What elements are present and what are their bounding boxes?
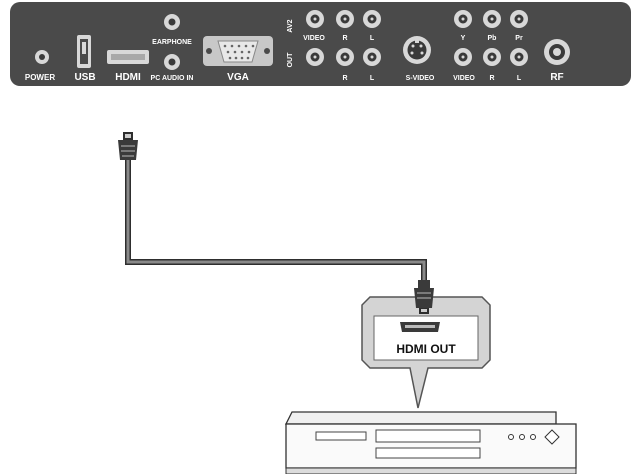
label-video-bottom: VIDEO <box>453 75 475 82</box>
label-s-video: S-VIDEO <box>406 75 435 82</box>
label-l-top: L <box>370 35 375 42</box>
component-y-jack <box>454 10 472 28</box>
rf-jack <box>544 39 570 65</box>
label-usb: USB <box>74 72 95 83</box>
label-av2: AV2 <box>287 19 294 32</box>
disc-tray <box>315 431 367 441</box>
player-buttons <box>508 434 536 440</box>
label-earphone: EARPHONE <box>152 39 192 46</box>
component-pb-jack <box>483 10 501 28</box>
label-pc-audio-in: PC AUDIO IN <box>151 75 194 82</box>
component-video-jack <box>454 48 472 66</box>
label-l-bottom: L <box>370 75 375 82</box>
label-l-comp: L <box>517 75 522 82</box>
component-l-jack <box>510 48 528 66</box>
av2-l-jack <box>363 10 381 28</box>
av2-video-jack <box>306 10 324 28</box>
component-r-jack <box>483 48 501 66</box>
usb-port <box>77 35 91 68</box>
vga-port <box>203 36 273 66</box>
label-video-top: VIDEO <box>303 35 325 42</box>
diagram-canvas: POWER USB HDMI EARPHONE PC AUDIO IN VGA … <box>10 2 631 474</box>
label-pb: Pb <box>488 35 497 42</box>
out-l-jack <box>363 48 381 66</box>
label-power: POWER <box>25 73 55 82</box>
label-hdmi-out: HDMI OUT <box>396 342 456 356</box>
out-video-jack <box>306 48 324 66</box>
av2-r-jack <box>336 10 354 28</box>
label-pr: Pr <box>515 35 523 42</box>
hdmi-plug-top-icon <box>118 132 138 160</box>
label-hdmi: HDMI <box>115 72 141 83</box>
label-vga: VGA <box>227 72 249 83</box>
label-y: Y <box>461 35 466 42</box>
connection-diagram: POWER USB HDMI EARPHONE PC AUDIO IN VGA … <box>0 0 640 474</box>
hdmi-out-port-icon <box>400 322 440 332</box>
component-pr-jack <box>510 10 528 28</box>
label-r-bottom: R <box>342 75 347 82</box>
display-window <box>375 429 481 443</box>
power-jack <box>35 50 49 64</box>
hdmi-port <box>107 50 149 64</box>
earphone-jack <box>164 14 180 30</box>
s-video-jack <box>403 36 431 64</box>
label-out: OUT <box>287 52 294 68</box>
pc-audio-in-jack <box>164 54 180 70</box>
out-r-jack <box>336 48 354 66</box>
label-rf: RF <box>550 72 563 83</box>
hdmi-cable <box>125 158 427 282</box>
label-r-comp: R <box>489 75 494 82</box>
tv-back-panel: POWER USB HDMI EARPHONE PC AUDIO IN VGA … <box>10 2 631 86</box>
label-r-top: R <box>342 35 347 42</box>
dvd-player <box>284 411 577 474</box>
